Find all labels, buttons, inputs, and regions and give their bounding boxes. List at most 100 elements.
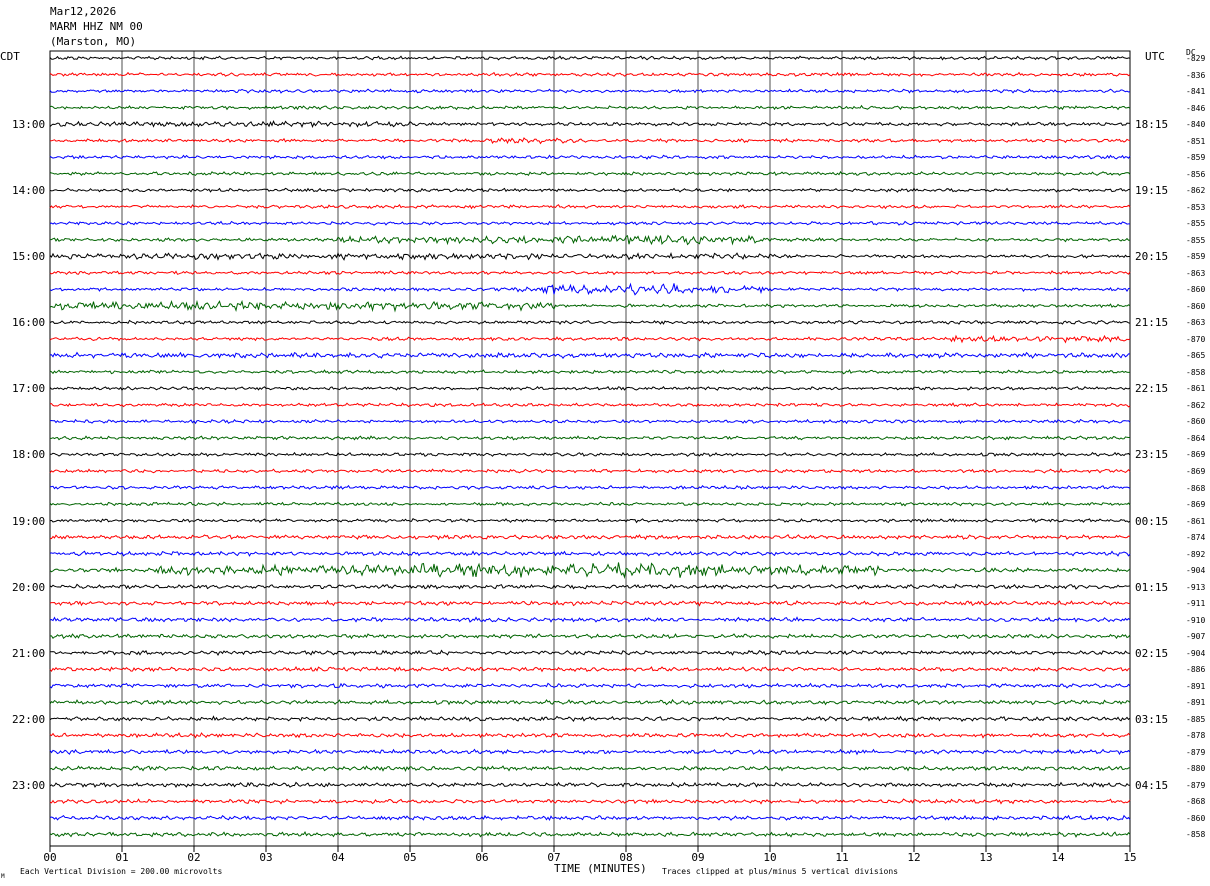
seismic-trace	[49, 402, 1131, 408]
right-hour-label: 18:15	[1135, 118, 1169, 132]
dc-offset-label: -861	[1186, 516, 1206, 526]
seismic-trace	[49, 334, 1131, 344]
dc-offset-label: -880	[1186, 764, 1206, 774]
dc-offset-label: -869	[1186, 450, 1206, 460]
dc-offset-label: -891	[1186, 698, 1206, 708]
dc-offset-label: -856	[1186, 169, 1206, 179]
dc-offset-label: -911	[1186, 599, 1206, 609]
seismic-trace	[49, 369, 1131, 375]
seismic-trace	[49, 170, 1131, 177]
dc-offset-label: -862	[1186, 400, 1206, 410]
dc-offset-label: -860	[1186, 301, 1206, 311]
x-tick-label: 05	[403, 851, 416, 864]
seismic-trace	[49, 137, 1131, 145]
dc-offset-label: -859	[1186, 252, 1206, 262]
dc-offset-label: -860	[1186, 285, 1206, 295]
seismic-trace	[49, 550, 1131, 557]
dc-offset-label: -891	[1186, 681, 1206, 691]
dc-offset-label: -859	[1186, 153, 1206, 163]
seismic-trace	[49, 599, 1131, 607]
seismic-trace	[49, 319, 1131, 326]
seismic-trace	[49, 451, 1131, 457]
right-hour-label: 02:15	[1135, 646, 1169, 660]
dc-offset-label: -879	[1186, 747, 1206, 757]
seismic-trace	[49, 351, 1130, 360]
dc-offset-label: -869	[1186, 500, 1206, 510]
seismic-trace	[49, 583, 1131, 590]
seismic-trace	[49, 251, 1130, 261]
seismic-trace	[49, 270, 1131, 276]
left-hour-label: 23:00	[12, 778, 46, 792]
seismic-trace	[49, 534, 1131, 541]
left-hour-label: 20:00	[12, 580, 46, 594]
scale-note: Each Vertical Division = 200.00 microvol…	[20, 867, 223, 876]
corner-mark: M	[1, 873, 5, 880]
seismic-trace	[49, 55, 1131, 61]
x-tick-label: 13	[979, 851, 992, 864]
seismic-trace	[49, 501, 1131, 507]
left-hour-label: 18:00	[12, 448, 46, 462]
right-hour-label: 03:15	[1135, 712, 1169, 726]
dc-offset-label: -841	[1186, 87, 1206, 97]
seismic-trace	[49, 798, 1131, 805]
right-hour-label: 21:15	[1135, 316, 1169, 330]
x-tick-label: 06	[475, 851, 488, 864]
x-tick-label: 14	[1051, 851, 1065, 864]
seismic-trace	[49, 386, 1131, 391]
dc-offset-label: -907	[1186, 632, 1206, 642]
left-hour-label: 13:00	[12, 118, 46, 132]
dc-offset-label: -892	[1186, 549, 1206, 559]
dc-offset-label: -874	[1186, 533, 1206, 543]
dc-offset-label: -886	[1186, 665, 1206, 675]
seismic-trace	[49, 616, 1131, 623]
x-tick-label: 00	[43, 851, 56, 864]
seismic-trace	[49, 299, 1131, 313]
dc-offset-label: -910	[1186, 615, 1206, 625]
right-hour-label: 04:15	[1135, 778, 1169, 792]
x-tick-label: 15	[1123, 851, 1136, 864]
seismic-trace	[49, 468, 1131, 474]
right-hour-label: 19:15	[1135, 184, 1169, 198]
seismic-trace	[49, 282, 1131, 296]
dc-offset-label: -855	[1186, 219, 1206, 229]
dc-offset-label: -829	[1186, 54, 1206, 63]
x-tick-label: 02	[187, 851, 200, 864]
seismic-trace	[49, 765, 1131, 772]
x-tick-label: 11	[835, 851, 848, 864]
x-tick-label: 09	[691, 851, 704, 864]
dc-offset-label: -879	[1186, 780, 1206, 790]
dc-offset-label: -840	[1186, 120, 1206, 130]
dc-offset-label: -858	[1186, 830, 1206, 840]
left-hour-label: 19:00	[12, 514, 46, 528]
dc-offset-label: -862	[1186, 186, 1206, 196]
x-tick-label: 12	[907, 851, 920, 864]
dc-offset-label: -904	[1186, 566, 1206, 576]
dc-offset-label: -865	[1186, 351, 1206, 361]
left-hour-label: 14:00	[12, 184, 46, 198]
seismic-trace	[50, 649, 1131, 657]
x-tick-label: 04	[331, 851, 345, 864]
seismic-trace	[49, 715, 1131, 723]
dc-offset-label: -855	[1186, 235, 1206, 245]
dc-offset-label: -868	[1186, 483, 1206, 493]
seismic-trace	[49, 154, 1131, 160]
seismic-trace	[49, 187, 1131, 193]
helicorder-plot: 00 01 02 03 04 05 06 07 08 09 10 11 12 13 14 15	[43, 50, 1137, 864]
dc-offset-label: -904	[1186, 648, 1206, 658]
x-tick-label: 03	[259, 851, 272, 864]
dc-offset-label: -870	[1186, 334, 1206, 344]
plot-frame	[49, 50, 1131, 847]
seismic-trace	[49, 682, 1131, 689]
dc-offset-label: -860	[1186, 417, 1206, 427]
x-tick-label: 10	[763, 851, 776, 864]
dc-offset-label: -836	[1186, 70, 1206, 80]
right-hour-label: 20:15	[1135, 250, 1169, 264]
dc-offset-label: -868	[1186, 797, 1206, 807]
seismic-trace	[49, 104, 1131, 111]
seismic-trace	[49, 781, 1131, 789]
dc-offset-label: -860	[1186, 813, 1206, 823]
dc-offset-label: -853	[1186, 202, 1206, 212]
right-hour-label: 22:15	[1135, 382, 1169, 396]
dc-offset-label: -861	[1186, 384, 1206, 394]
dc-offset-label: -913	[1186, 582, 1206, 592]
